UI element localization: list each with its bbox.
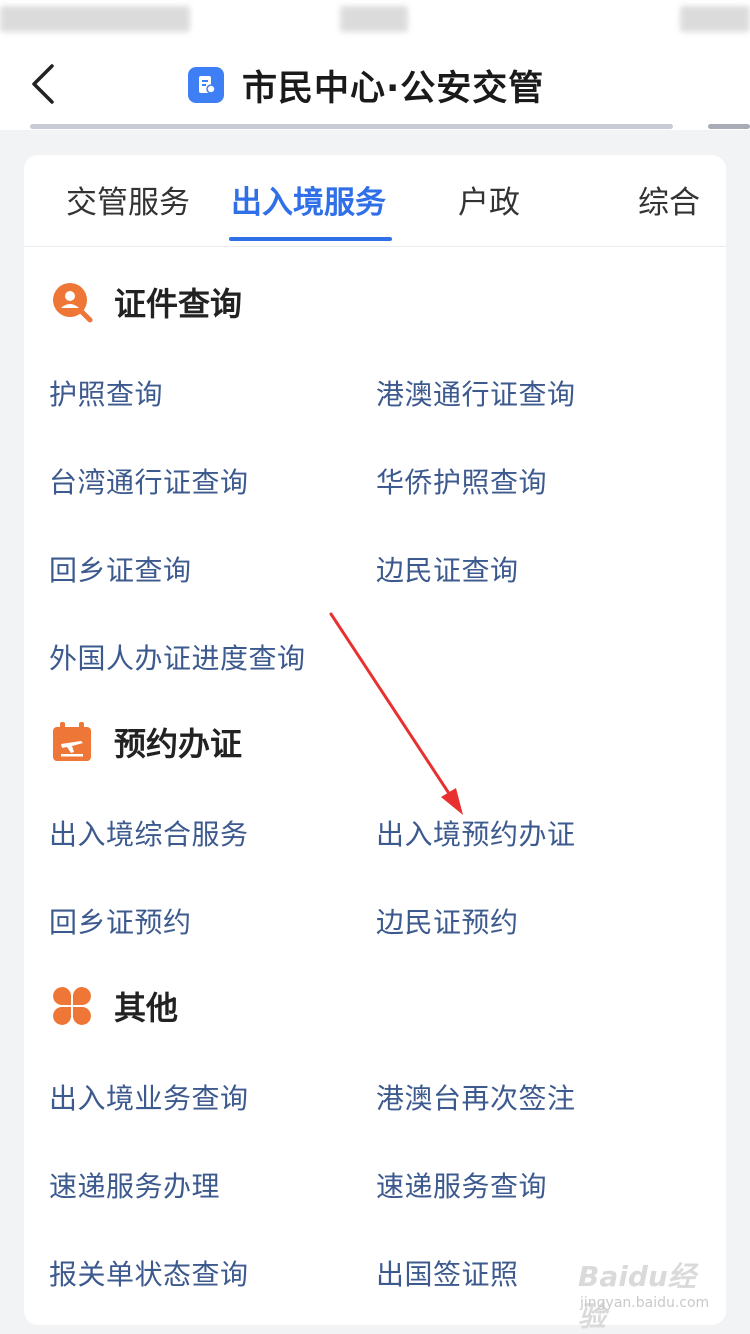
person-search-icon: [53, 283, 93, 323]
link-hk-macau-permit-query[interactable]: 港澳通行证查询: [376, 373, 576, 413]
title-group: 市民中心·公安交管: [188, 60, 544, 110]
section-header-other: 其他: [50, 982, 178, 1030]
link-home-return-permit-appointment[interactable]: 回乡证预约: [49, 901, 192, 941]
link-customs-declaration-status-query[interactable]: 报关单状态查询: [49, 1253, 249, 1293]
link-express-service-query[interactable]: 速递服务查询: [376, 1165, 547, 1205]
link-express-service-apply[interactable]: 速递服务办理: [49, 1165, 220, 1205]
back-button[interactable]: [24, 62, 68, 106]
section-header-document-query: 证件查询: [50, 278, 242, 326]
baidu-watermark: Baidu经验 jingyan.baidu.com: [578, 1255, 718, 1333]
header-divider: [708, 124, 750, 129]
blurred-status-area: [0, 6, 190, 32]
clover-icon: [53, 987, 91, 1025]
blurred-status-area: [340, 6, 408, 32]
page-title: 市民中心·公安交管: [242, 68, 545, 109]
tab-traffic-services[interactable]: 交管服务: [66, 177, 190, 222]
link-hk-macau-taiwan-re-endorsement[interactable]: 港澳台再次签注: [376, 1077, 576, 1117]
watermark-url: jingyan.baidu.com: [580, 1295, 710, 1311]
link-border-resident-permit-query[interactable]: 边民证查询: [376, 549, 519, 589]
app-logo-icon: [188, 67, 224, 103]
tab-comprehensive[interactable]: 综合: [638, 177, 700, 222]
link-border-resident-permit-appointment[interactable]: 边民证预约: [376, 901, 519, 941]
calendar-plane-icon: [53, 722, 91, 761]
link-taiwan-permit-query[interactable]: 台湾通行证查询: [49, 461, 249, 501]
link-foreigner-progress-query[interactable]: 外国人办证进度查询: [49, 637, 306, 677]
link-overseas-chinese-passport-query[interactable]: 华侨护照查询: [376, 461, 547, 501]
section-title: 其他: [114, 989, 179, 1027]
link-home-return-permit-query[interactable]: 回乡证查询: [49, 549, 192, 589]
link-exit-entry-appointment[interactable]: 出入境预约办证: [376, 813, 576, 853]
service-card: 交管服务 出入境服务 户政 综合 证件查询 护照查询 港澳通行证查询 台湾通行证…: [24, 155, 726, 1325]
blurred-status-area: [680, 6, 750, 32]
tab-exit-entry-services[interactable]: 出入境服务: [231, 177, 386, 222]
link-visa-photo[interactable]: 出国签证照: [376, 1253, 519, 1293]
section-title: 预约办证: [114, 725, 243, 763]
section-title: 证件查询: [114, 285, 243, 323]
link-exit-entry-comprehensive-service[interactable]: 出入境综合服务: [49, 813, 249, 853]
tab-household-registration[interactable]: 户政: [458, 177, 520, 222]
tab-bar: 交管服务 出入境服务 户政 综合: [24, 155, 726, 247]
active-tab-indicator: [229, 237, 392, 241]
link-passport-query[interactable]: 护照查询: [49, 373, 163, 413]
status-bar: [0, 0, 750, 40]
section-header-appointment: 预约办证: [50, 718, 242, 766]
header-divider: [30, 124, 673, 129]
nav-header: 市民中心·公安交管: [0, 40, 750, 130]
chevron-left-icon: [32, 64, 54, 104]
link-exit-entry-business-query[interactable]: 出入境业务查询: [49, 1077, 249, 1117]
